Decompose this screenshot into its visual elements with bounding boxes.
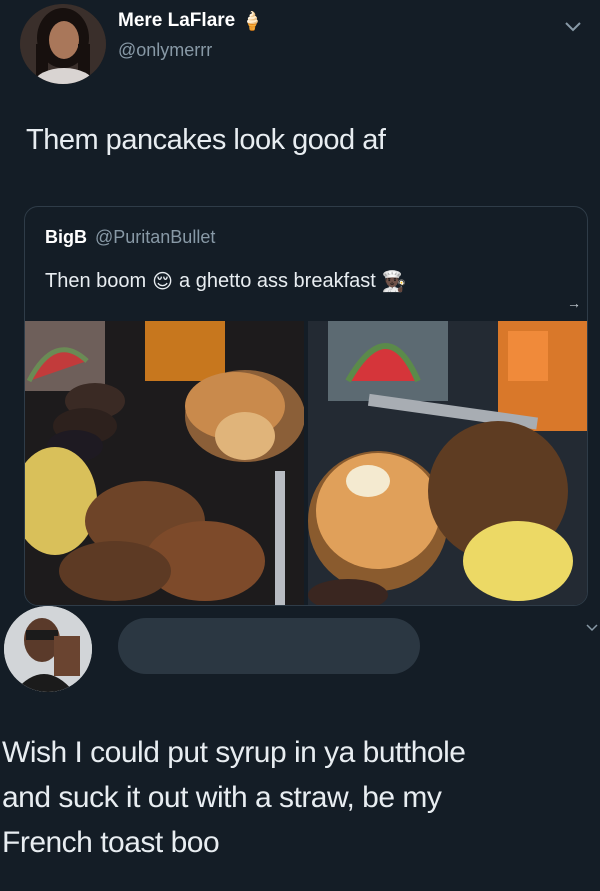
avatar[interactable] <box>20 4 106 84</box>
breakfast-photo-right[interactable] <box>308 321 587 605</box>
photo-grid[interactable] <box>25 321 587 605</box>
quoted-display-name[interactable]: BigB <box>45 227 87 248</box>
quoted-handle[interactable]: @PuritanBullet <box>95 227 215 248</box>
reply-text-line1: Wish I could put syrup in ya butthole <box>2 736 466 769</box>
chevron-down-icon[interactable] <box>564 20 582 34</box>
quoted-tweet[interactable]: BigB @PuritanBullet Then boom 😌 a ghetto… <box>24 206 588 606</box>
tweet-text: Them pancakes look good af <box>26 124 386 156</box>
cook-emoji-icon: 👨🏿‍🍳 <box>381 271 407 293</box>
redacted-name-bar <box>118 618 420 674</box>
reply-chevron-icon[interactable] <box>586 622 598 634</box>
icecream-emoji-icon: 🍦 <box>241 11 264 31</box>
quoted-text: Then boom 😌 a ghetto ass breakfast 👨🏿‍🍳 <box>45 269 407 294</box>
reply-avatar-photo <box>4 606 92 692</box>
quoted-text-part1: Then boom <box>45 270 147 292</box>
reply-text-line3: French toast boo <box>2 826 220 859</box>
quoted-text-part2: a ghetto ass breakfast <box>179 270 376 292</box>
arrow-icon: → <box>567 295 581 311</box>
reply-text: Wish I could put syrup in ya butthole an… <box>2 730 594 865</box>
relieved-emoji-icon: 😌 <box>152 271 174 293</box>
display-name[interactable]: Mere LaFlare <box>118 10 235 32</box>
avatar-photo <box>20 4 106 84</box>
reply-text-line2: and suck it out with a straw, be my <box>2 781 442 814</box>
breakfast-image-right <box>308 321 587 605</box>
breakfast-image-left <box>25 321 304 605</box>
breakfast-photo-left[interactable] <box>25 321 304 605</box>
handle[interactable]: @onlymerrr <box>118 40 212 61</box>
reply-avatar[interactable] <box>4 606 92 692</box>
